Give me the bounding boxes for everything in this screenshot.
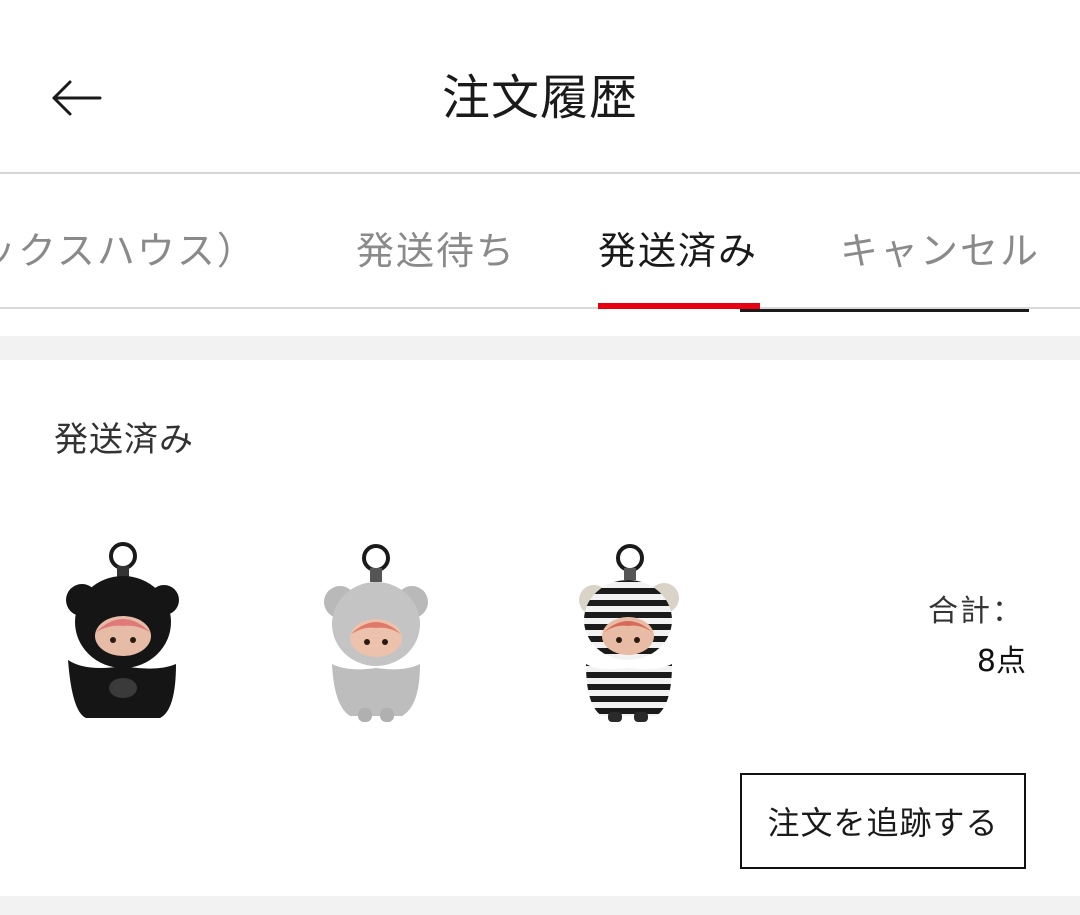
section-separator-bottom [0, 896, 1080, 915]
product-image-gray-bear[interactable] [310, 540, 440, 730]
section-separator [0, 336, 1080, 360]
order-history-page: 注文履歴 ックスハウス） 発送待ち 発送済み キャンセル 発送済み 合計： 8点… [0, 0, 1080, 915]
track-order-button[interactable]: 注文を追跡する [740, 773, 1026, 869]
tab-box-house[interactable]: ックスハウス） [0, 226, 257, 276]
product-image-black-bear[interactable] [56, 540, 186, 730]
tab-awaiting-shipment[interactable]: 発送待ち [356, 226, 516, 276]
tab-cancelled[interactable]: キャンセル [840, 226, 1040, 276]
page-title: 注文履歴 [441, 70, 638, 126]
order-card[interactable]: 発送済み 合計： 8点 注文を追跡する [0, 360, 1080, 896]
tab-shipped[interactable]: 発送済み [598, 226, 758, 276]
order-status-tabs: ックスハウス） 発送待ち 発送済み キャンセル [0, 174, 1080, 308]
total-count: 8点 [976, 644, 1026, 679]
tabs-scrollbar [740, 309, 1029, 312]
product-image-striped-bear[interactable] [564, 540, 694, 730]
header: 注文履歴 [0, 0, 1080, 172]
order-status-label: 発送済み [54, 420, 194, 460]
active-tab-indicator [598, 303, 760, 309]
total-label: 合計： [928, 594, 1024, 629]
